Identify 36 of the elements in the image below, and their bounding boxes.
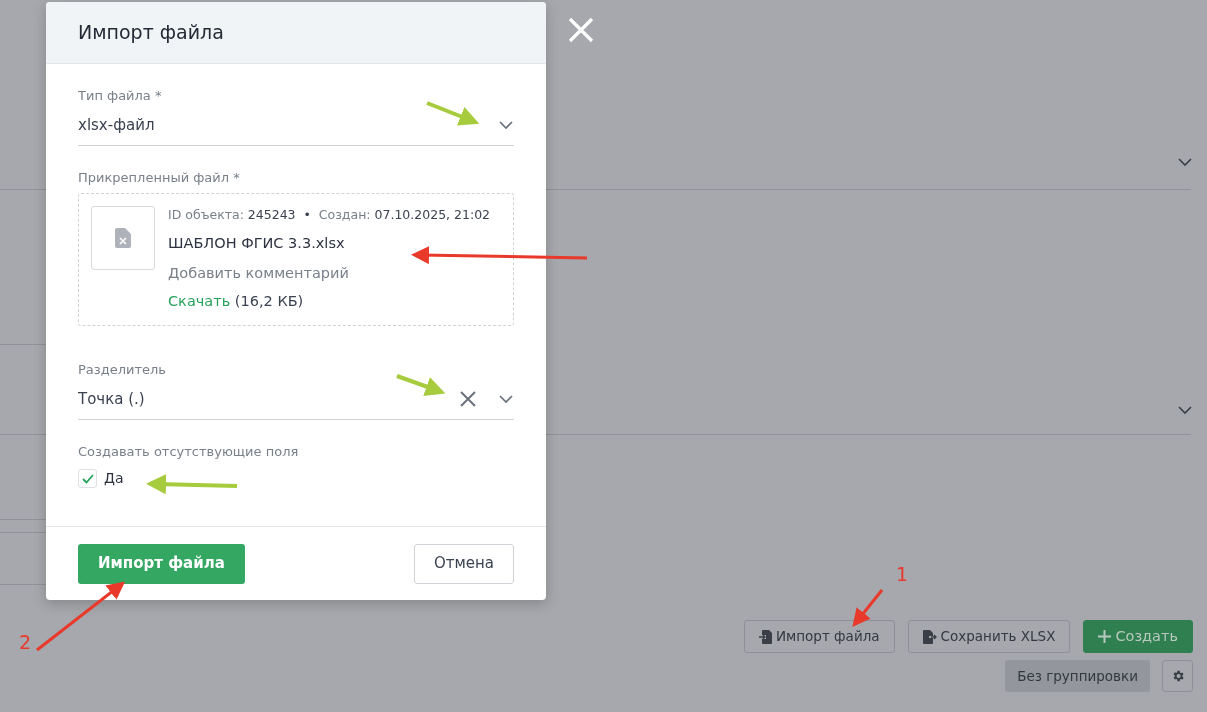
plus-icon (1098, 630, 1112, 643)
step-number: 2 (19, 633, 32, 652)
chevron-down-icon[interactable] (1177, 405, 1193, 415)
download-link[interactable]: Скачать (168, 293, 231, 310)
file-export-icon (922, 629, 937, 644)
create-button[interactable]: Создать (1083, 620, 1193, 653)
chevron-down-icon[interactable] (498, 120, 514, 130)
annotation-arrow (426, 101, 480, 126)
settings-button[interactable] (1162, 660, 1193, 692)
annotation-arrow (396, 374, 446, 397)
select-field[interactable]: xlsx-файл (78, 105, 514, 146)
file-name: ШАБЛОН ФГИС 3.3.xlsx (168, 233, 346, 253)
file-size: Скачать (16,2 КБ) (168, 292, 305, 312)
comment-link[interactable]: Добавить комментарий (168, 262, 491, 285)
annotation-arrow (852, 589, 884, 628)
checkbox-label: Да (104, 469, 124, 488)
select-field[interactable]: Точка (.) (78, 379, 514, 420)
clear-icon[interactable] (459, 390, 477, 408)
field-label: Тип файла * (78, 87, 163, 105)
file-icon (115, 228, 131, 248)
field-label: Разделитель (78, 361, 167, 379)
field-label: Прикрепленный файл * (78, 168, 241, 187)
import-button[interactable]: Импорт файла (743, 620, 895, 653)
file-meta: ID объекта: 245243 • Создан: 07.10.2025, 21:02 (168, 206, 491, 224)
field-label: Создавать отсутствующие поля (78, 442, 300, 461)
export-button[interactable]: Сохранить XLSX (907, 620, 1071, 653)
import-button[interactable]: Импорт файла (78, 543, 245, 584)
grouping-button[interactable]: Без группировки (1005, 660, 1150, 692)
cancel-button[interactable]: Отмена (413, 543, 514, 584)
file-import-icon (758, 629, 772, 644)
checkmark-icon (81, 473, 94, 484)
step-number: 1 (896, 565, 909, 584)
checkbox[interactable] (78, 469, 97, 488)
chevron-down-icon[interactable] (498, 394, 514, 404)
dialog-title: Импорт файла (78, 20, 224, 46)
chevron-down-icon[interactable] (1177, 157, 1193, 167)
